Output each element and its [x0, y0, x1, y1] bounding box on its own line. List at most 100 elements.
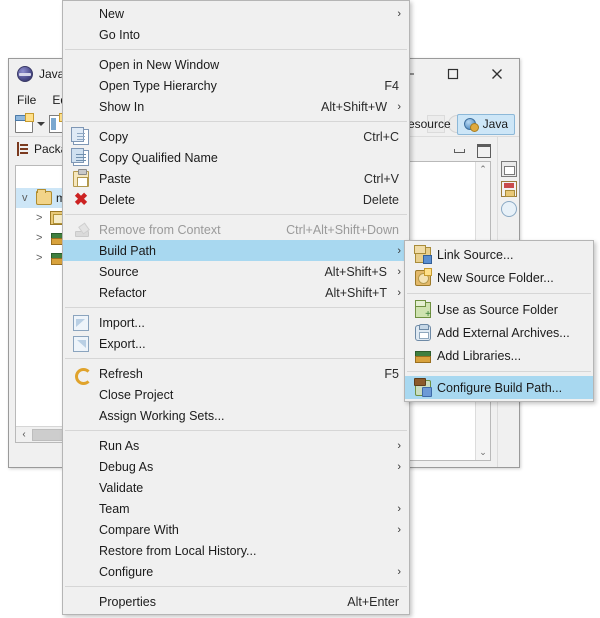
new-dropdown-icon[interactable] [36, 115, 45, 133]
menu-item-label: Close Project [99, 388, 399, 402]
menu-item-label: Import... [99, 316, 399, 330]
menu-separator [65, 214, 407, 215]
menu-item-label: Remove from Context [99, 223, 268, 237]
refresh-icon [73, 366, 89, 382]
submenu-item-new-source-folder[interactable]: New Source Folder... [405, 266, 593, 289]
task-list-icon[interactable] [501, 201, 517, 217]
paste-icon [73, 171, 89, 187]
menu-separator [65, 307, 407, 308]
menu-item-delete[interactable]: ✖ Delete Delete [63, 189, 409, 210]
menu-item-label: Configure Build Path... [437, 381, 583, 395]
build-path-submenu[interactable]: Link Source... New Source Folder... Use … [404, 240, 594, 402]
menu-item-accelerator: Alt+Shift+T [325, 286, 387, 300]
screen-root: Java - File Edit ow Help [0, 0, 600, 618]
copy-icon [73, 129, 89, 145]
menu-item-label: Team [99, 502, 399, 516]
menu-item-refresh[interactable]: Refresh F5 [63, 363, 409, 384]
submenu-item-use-as-source-folder[interactable]: Use as Source Folder [405, 298, 593, 321]
menu-item-label: Open in New Window [99, 58, 399, 72]
perspective-java[interactable]: Java [457, 114, 515, 135]
menu-item-label: Open Type Hierarchy [99, 79, 366, 93]
menu-item-properties[interactable]: Properties Alt+Enter [63, 591, 409, 612]
menu-item-validate[interactable]: Validate [63, 477, 409, 498]
menu-item-label: Restore from Local History... [99, 544, 399, 558]
outline-view-icon[interactable] [501, 181, 517, 197]
add-external-archives-icon [415, 325, 431, 341]
menu-item-restore-from-local-history[interactable]: Restore from Local History... [63, 540, 409, 561]
menu-item-label: Copy Qualified Name [99, 151, 399, 165]
chevron-right-icon: › [397, 498, 401, 519]
menu-item-label: Build Path [99, 244, 399, 258]
menu-item-run-as[interactable]: Run As › [63, 435, 409, 456]
twisty-icon[interactable]: > [36, 252, 50, 264]
menu-item-label: Delete [99, 193, 345, 207]
twisty-icon[interactable]: > [36, 232, 50, 244]
menu-item-assign-working-sets[interactable]: Assign Working Sets... [63, 405, 409, 426]
menu-item-paste[interactable]: Paste Ctrl+V [63, 168, 409, 189]
maximize-icon[interactable] [431, 59, 475, 89]
editor-maximize-icon[interactable] [475, 142, 491, 156]
copy-qualified-name-icon [73, 150, 89, 166]
menu-item-accelerator: Alt+Shift+W [321, 100, 387, 114]
scroll-left-icon[interactable]: ‹ [16, 429, 32, 440]
menubar-item-file[interactable]: File [17, 93, 36, 107]
chevron-right-icon: › [397, 435, 401, 456]
menu-item-compare-with[interactable]: Compare With › [63, 519, 409, 540]
menu-item-label: Add Libraries... [437, 349, 583, 363]
menu-item-import[interactable]: Import... [63, 312, 409, 333]
menu-item-export[interactable]: Export... [63, 333, 409, 354]
menu-item-go-into[interactable]: Go Into [63, 24, 409, 45]
menu-item-new[interactable]: New › [63, 3, 409, 24]
menu-item-show-in[interactable]: Show In Alt+Shift+W › [63, 96, 409, 117]
menu-item-close-project[interactable]: Close Project [63, 384, 409, 405]
menu-item-label: Assign Working Sets... [99, 409, 399, 423]
menu-item-open-type-hierarchy[interactable]: Open Type Hierarchy F4 [63, 75, 409, 96]
tab-package-explorer[interactable]: Packa [15, 142, 67, 156]
chevron-right-icon: › [397, 561, 401, 582]
use-as-source-folder-icon [415, 302, 431, 318]
menu-item-label: Refactor [99, 286, 307, 300]
scroll-down-icon[interactable]: ⌄ [476, 445, 490, 460]
scroll-up-icon[interactable]: ⌃ [476, 162, 490, 177]
menu-separator [65, 121, 407, 122]
submenu-item-link-source[interactable]: Link Source... [405, 243, 593, 266]
menu-item-open-in-new-window[interactable]: Open in New Window [63, 54, 409, 75]
twisty-icon[interactable]: v [22, 192, 36, 204]
menu-item-accelerator: F5 [384, 367, 399, 381]
submenu-item-configure-build-path[interactable]: Configure Build Path... [405, 376, 593, 399]
menu-separator [65, 358, 407, 359]
menu-separator [407, 371, 591, 372]
perspective-java-label: Java [483, 117, 508, 131]
menu-item-build-path[interactable]: Build Path › [63, 240, 409, 261]
menu-separator [65, 586, 407, 587]
menu-item-accelerator: Alt+Shift+S [324, 265, 387, 279]
menu-item-debug-as[interactable]: Debug As › [63, 456, 409, 477]
menu-item-team[interactable]: Team › [63, 498, 409, 519]
add-libraries-icon [415, 348, 431, 364]
menu-item-source[interactable]: Source Alt+Shift+S › [63, 261, 409, 282]
chevron-right-icon: › [397, 3, 401, 24]
new-project-icon[interactable] [15, 115, 33, 133]
menu-item-copy[interactable]: Copy Ctrl+C [63, 126, 409, 147]
close-icon[interactable] [475, 59, 519, 89]
project-context-menu[interactable]: New › Go Into Open in New Window Open Ty… [62, 0, 410, 615]
restore-view-icon[interactable] [501, 161, 517, 177]
java-icon [464, 117, 479, 132]
editor-minimize-icon[interactable] [451, 142, 467, 156]
menu-item-label: Add External Archives... [437, 326, 583, 340]
menu-item-accelerator: Ctrl+C [363, 130, 399, 144]
menu-item-accelerator: F4 [384, 79, 399, 93]
twisty-icon[interactable]: > [36, 212, 50, 224]
menu-item-accelerator: Delete [363, 193, 399, 207]
menu-item-label: Export... [99, 337, 399, 351]
submenu-item-add-external-archives[interactable]: Add External Archives... [405, 321, 593, 344]
menu-item-remove-from-context: Remove from Context Ctrl+Alt+Shift+Down [63, 219, 409, 240]
project-folder-icon [36, 191, 52, 205]
delete-icon: ✖ [73, 192, 89, 208]
menu-item-accelerator: Ctrl+V [364, 172, 399, 186]
menu-item-refactor[interactable]: Refactor Alt+Shift+T › [63, 282, 409, 303]
menu-item-configure[interactable]: Configure › [63, 561, 409, 582]
perspective-switcher: Resource Java [393, 111, 519, 137]
menu-item-copy-qualified-name[interactable]: Copy Qualified Name [63, 147, 409, 168]
submenu-item-add-libraries[interactable]: Add Libraries... [405, 344, 593, 367]
